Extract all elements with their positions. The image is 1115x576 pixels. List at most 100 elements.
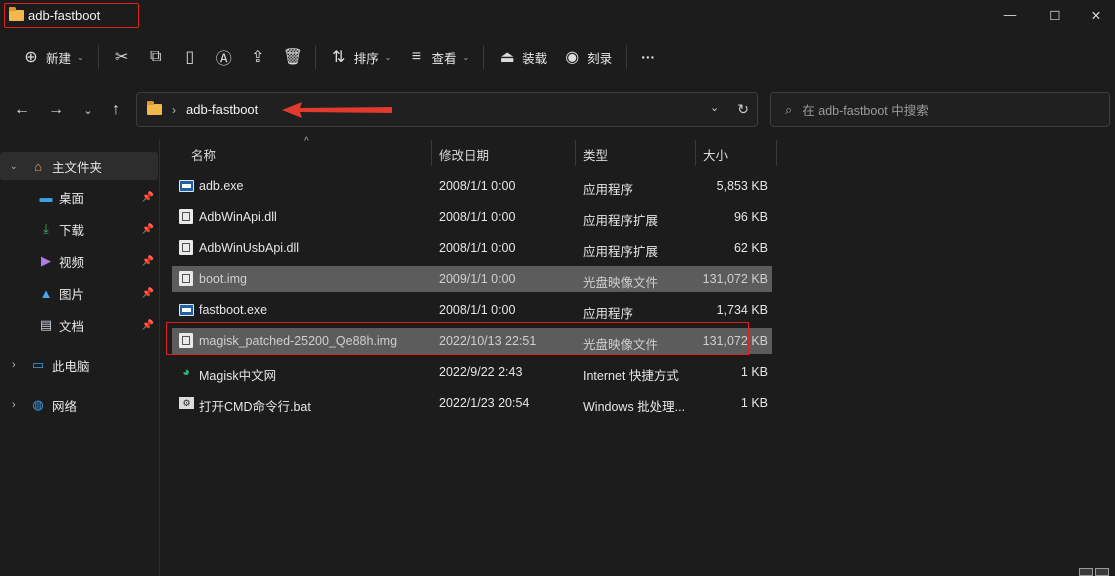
pictures-icon: ▲ bbox=[39, 285, 53, 301]
bat-icon: ⚙ bbox=[179, 397, 194, 409]
annotation-highlight-box bbox=[166, 322, 749, 355]
file-name: Magisk中文网 bbox=[199, 369, 277, 383]
new-label: 新建 bbox=[46, 51, 72, 66]
paste-icon: ▯ bbox=[185, 49, 195, 66]
copy-icon: ⧉ bbox=[150, 48, 162, 65]
back-button[interactable]: ← bbox=[10, 98, 34, 122]
folder-icon bbox=[9, 7, 24, 21]
address-dropdown-icon[interactable]: ⌄ bbox=[710, 101, 719, 118]
annotation-arrow bbox=[282, 102, 392, 118]
arrow-up-icon: ↑ bbox=[112, 101, 120, 118]
sidebar-item-home[interactable]: ⌄ ⌂ 主文件夹 bbox=[0, 152, 158, 180]
search-icon: ⌕ bbox=[785, 101, 793, 117]
rename-icon: Ⓐ bbox=[215, 51, 232, 68]
sidebar-item-pictures[interactable]: ▲ 图片 📌 bbox=[0, 279, 158, 307]
toolbar-divider bbox=[626, 45, 628, 69]
folder-icon bbox=[147, 101, 162, 115]
column-divider[interactable] bbox=[575, 140, 576, 166]
chevron-down-icon: ⌄ bbox=[462, 52, 470, 62]
sidebar-label: 网络 bbox=[52, 399, 78, 414]
pin-icon: 📌 bbox=[141, 191, 154, 203]
chevron-right-icon[interactable]: › bbox=[12, 359, 16, 371]
sidebar-item-desktop[interactable]: ▬ 桌面 📌 bbox=[0, 183, 158, 211]
file-row[interactable]: fastboot.exe 2008/1/1 0:00 应用程序 1,734 KB bbox=[172, 297, 772, 323]
share-button[interactable]: ⇪ bbox=[241, 41, 275, 73]
trash-icon: 🗑 bbox=[282, 49, 304, 66]
file-name: 打开CMD命令行.bat bbox=[199, 400, 311, 414]
sort-button[interactable]: ⇅ 排序 ⌄ bbox=[322, 41, 400, 73]
toolbar-divider bbox=[314, 45, 316, 69]
mount-label: 装载 bbox=[522, 51, 548, 66]
desktop-icon: ▬ bbox=[39, 189, 53, 205]
window-title: adb-fastboot bbox=[28, 8, 101, 23]
sidebar-item-this-pc[interactable]: › ▭ 此电脑 bbox=[0, 351, 158, 379]
chevron-down-icon: ⌄ bbox=[77, 52, 84, 62]
exe-icon bbox=[179, 180, 194, 192]
pane-divider bbox=[159, 140, 160, 576]
arrow-right-icon: → bbox=[48, 101, 64, 118]
file-size: 1 KB bbox=[740, 365, 768, 379]
delete-button[interactable]: 🗑 bbox=[275, 41, 309, 73]
file-row[interactable]: adb.exe 2008/1/1 0:00 应用程序 5,853 KB bbox=[172, 173, 772, 199]
sidebar-label: 文档 bbox=[59, 319, 85, 334]
plus-circle-icon: ⊕ bbox=[24, 49, 38, 66]
refresh-icon[interactable]: ↻ bbox=[737, 101, 749, 118]
column-divider[interactable] bbox=[431, 140, 432, 166]
column-header-type[interactable]: 类型 bbox=[583, 145, 608, 164]
chevron-right-icon[interactable]: › bbox=[12, 399, 16, 411]
up-button[interactable]: ↑ bbox=[104, 98, 128, 122]
search-placeholder: 在 adb-fastboot 中搜索 bbox=[802, 104, 929, 118]
chevron-down-icon[interactable]: ⌄ bbox=[10, 161, 18, 172]
cut-button[interactable]: ✂ bbox=[105, 41, 139, 73]
file-row[interactable]: AdbWinUsbApi.dll 2008/1/1 0:00 应用程序扩展 62… bbox=[172, 235, 772, 261]
file-type: 应用程序扩展 bbox=[583, 245, 659, 259]
recent-locations-button[interactable]: ⌄ bbox=[76, 98, 100, 122]
mount-button[interactable]: ⏏ 装载 bbox=[490, 41, 555, 73]
file-name: AdbWinUsbApi.dll bbox=[199, 241, 300, 255]
file-size: 62 KB bbox=[733, 241, 768, 255]
sidebar-label: 此电脑 bbox=[52, 359, 90, 374]
address-bar[interactable]: › adb-fastboot ⌄ ↻ bbox=[136, 92, 758, 127]
sidebar-item-documents[interactable]: ▤ 文档 📌 bbox=[0, 311, 158, 339]
search-box[interactable]: ⌕ 在 adb-fastboot 中搜索 bbox=[770, 92, 1110, 127]
file-size: 5,853 KB bbox=[716, 179, 768, 193]
rename-button[interactable]: Ⓐ bbox=[207, 41, 241, 73]
documents-icon: ▤ bbox=[39, 317, 53, 332]
file-row[interactable]: ◕ Magisk中文网 2022/9/22 2:43 Internet 快捷方式… bbox=[172, 359, 772, 385]
copy-button[interactable]: ⧉ bbox=[139, 41, 173, 73]
column-divider[interactable] bbox=[776, 140, 777, 166]
forward-button[interactable]: → bbox=[44, 98, 68, 122]
file-date: 2022/9/22 2:43 bbox=[439, 365, 523, 379]
details-view-icon[interactable] bbox=[1079, 568, 1093, 576]
column-header-name[interactable]: 名称 bbox=[191, 145, 216, 164]
minimize-button[interactable]: — bbox=[987, 0, 1033, 30]
network-icon: ◍ bbox=[32, 397, 44, 412]
new-button[interactable]: ⊕ 新建 ⌄ bbox=[14, 41, 92, 73]
toolbar-divider bbox=[97, 45, 99, 69]
file-row-selected[interactable]: boot.img 2009/1/1 0:00 光盘映像文件 131,072 KB bbox=[172, 266, 772, 292]
maximize-button[interactable]: ☐ bbox=[1032, 0, 1078, 30]
sidebar-label: 图片 bbox=[59, 287, 85, 302]
more-options-button[interactable]: ··· bbox=[633, 41, 663, 73]
tiles-view-icon[interactable] bbox=[1095, 568, 1109, 576]
view-button[interactable]: ≡ 查看 ⌄ bbox=[399, 41, 477, 73]
download-icon: ⤓ bbox=[43, 221, 49, 236]
file-row[interactable]: AdbWinApi.dll 2008/1/1 0:00 应用程序扩展 96 KB bbox=[172, 204, 772, 230]
sidebar-item-videos[interactable]: ▶ 视频 📌 bbox=[0, 247, 158, 275]
file-row[interactable]: ⚙ 打开CMD命令行.bat 2022/1/23 20:54 Windows 批… bbox=[172, 390, 772, 416]
paste-button[interactable]: ▯ bbox=[173, 41, 207, 73]
column-header-size[interactable]: 大小 bbox=[703, 145, 728, 164]
toolbar-divider bbox=[483, 45, 485, 69]
address-row: ← → ⌄ ↑ › adb-fastboot ⌄ ↻ ⌕ 在 adb-fastb… bbox=[0, 92, 1115, 128]
column-header-date[interactable]: 修改日期 bbox=[439, 145, 489, 164]
sidebar-item-downloads[interactable]: ⤓ 下载 📌 bbox=[0, 215, 158, 243]
sidebar-item-network[interactable]: › ◍ 网络 bbox=[0, 391, 158, 419]
edge-shortcut-icon: ◕ bbox=[182, 364, 190, 379]
column-divider[interactable] bbox=[695, 140, 696, 166]
breadcrumb-item[interactable]: adb-fastboot bbox=[186, 102, 258, 117]
file-date: 2008/1/1 0:00 bbox=[439, 210, 516, 224]
sidebar-label: 主文件夹 bbox=[52, 160, 103, 175]
mount-drive-icon: ⏏ bbox=[499, 49, 515, 66]
burn-button[interactable]: ◉ 刻录 bbox=[555, 41, 620, 73]
close-button[interactable]: ✕ bbox=[1077, 0, 1115, 30]
